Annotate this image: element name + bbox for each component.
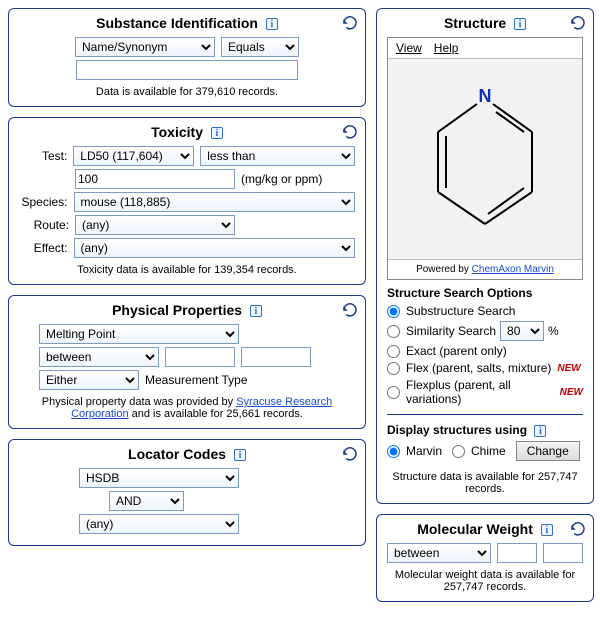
title-text: Molecular Weight [417, 521, 533, 537]
route-select[interactable]: (any) [75, 215, 235, 235]
info-icon[interactable]: i [211, 127, 223, 139]
operator-select[interactable]: between [39, 347, 159, 367]
locator-codes-panel: Locator Codes i HSDB AND (any) [8, 439, 366, 546]
radio-marvin-label: Marvin [406, 444, 442, 458]
info-icon[interactable]: i [514, 18, 526, 30]
svg-text:N: N [479, 86, 492, 106]
reset-icon[interactable] [341, 446, 359, 462]
range-hi-input[interactable] [241, 347, 311, 367]
effect-label: Effect: [19, 241, 68, 255]
operator-select[interactable]: Equals [221, 37, 299, 57]
reset-icon[interactable] [569, 15, 587, 31]
title-text: Locator Codes [128, 446, 226, 462]
footnote: Physical property data was provided by S… [19, 396, 355, 420]
footnote: Structure data is available for 257,747 … [387, 471, 583, 495]
species-label: Species: [19, 195, 68, 209]
molecule-pyridine-icon: N [420, 84, 550, 234]
panel-title: Substance Identification i [19, 15, 355, 31]
effect-select[interactable]: (any) [74, 238, 356, 258]
search-options-head: Structure Search Options [387, 286, 583, 300]
radio-flex[interactable] [387, 362, 400, 375]
source-2-select[interactable]: (any) [79, 514, 239, 534]
radio-exact[interactable] [387, 345, 400, 358]
panel-title: Locator Codes i [19, 446, 355, 462]
panel-title: Structure i [387, 15, 583, 31]
chemaxon-link[interactable]: ChemAxon Marvin [472, 264, 554, 275]
change-button[interactable]: Change [516, 441, 580, 461]
range-hi-input[interactable] [543, 543, 583, 563]
test-select[interactable]: LD50 (117,604) [73, 146, 194, 166]
footnote: Molecular weight data is available for 2… [387, 569, 583, 593]
measurement-type-select[interactable]: Either [39, 370, 139, 390]
radio-chime-label: Chime [471, 444, 506, 458]
radio-chime[interactable] [452, 445, 465, 458]
reset-icon[interactable] [341, 15, 359, 31]
display-head: Display structures using i [387, 423, 583, 437]
radio-flex-label: Flex (parent, salts, mixture) [406, 361, 551, 375]
molecular-weight-panel: Molecular Weight i between Molecular wei… [376, 514, 594, 602]
units-label: (mg/kg or ppm) [241, 172, 322, 186]
divider [387, 414, 583, 415]
info-icon[interactable]: i [541, 524, 553, 536]
footnote: Data is available for 379,610 records. [19, 86, 355, 98]
info-icon[interactable]: i [266, 18, 278, 30]
new-badge: NEW [560, 387, 583, 398]
measurement-type-label: Measurement Type [145, 373, 248, 387]
test-value-input[interactable] [75, 169, 235, 189]
panel-title: Physical Properties i [19, 302, 355, 318]
similarity-percent-select[interactable]: 80 [500, 321, 544, 341]
toxicity-panel: Toxicity i Test: LD50 (117,604) less tha… [8, 117, 366, 285]
radio-marvin[interactable] [387, 445, 400, 458]
species-select[interactable]: mouse (118,885) [74, 192, 356, 212]
footnote: Toxicity data is available for 139,354 r… [19, 264, 355, 276]
property-select[interactable]: Melting Point [39, 324, 239, 344]
title-text: Structure [444, 15, 506, 31]
field-select[interactable]: Name/Synonym [75, 37, 215, 57]
percent-label: % [548, 324, 559, 338]
test-label: Test: [19, 149, 67, 163]
structure-editor[interactable]: View Help N [387, 37, 583, 280]
source-1-select[interactable]: HSDB [79, 468, 239, 488]
radio-similarity-label: Similarity Search [406, 324, 496, 338]
title-text: Physical Properties [112, 302, 242, 318]
operator-select[interactable]: between [387, 543, 491, 563]
radio-exact-label: Exact (parent only) [406, 344, 507, 358]
substance-identification-panel: Substance Identification i Name/Synonym … [8, 8, 366, 107]
menu-view[interactable]: View [396, 41, 422, 55]
info-icon[interactable]: i [234, 449, 246, 461]
menu-help[interactable]: Help [434, 41, 459, 55]
info-icon[interactable]: i [534, 425, 546, 437]
info-icon[interactable]: i [250, 305, 262, 317]
structure-canvas[interactable]: N [388, 59, 582, 259]
panel-title: Molecular Weight i [387, 521, 583, 537]
new-badge: NEW [557, 363, 580, 374]
panel-title: Toxicity i [19, 124, 355, 140]
physical-properties-panel: Physical Properties i Melting Point betw… [8, 295, 366, 429]
boolean-select[interactable]: AND [109, 491, 184, 511]
radio-substructure[interactable] [387, 305, 400, 318]
powered-by: Powered by ChemAxon Marvin [388, 259, 582, 279]
structure-menu: View Help [388, 38, 582, 59]
radio-flexplus-label: Flexplus (parent, all variations) [406, 378, 554, 406]
reset-icon[interactable] [569, 521, 587, 537]
value-input[interactable] [76, 60, 298, 80]
title-text: Substance Identification [96, 15, 258, 31]
structure-panel: Structure i View Help N [376, 8, 594, 504]
test-operator-select[interactable]: less than [200, 146, 355, 166]
reset-icon[interactable] [341, 124, 359, 140]
range-lo-input[interactable] [497, 543, 537, 563]
radio-similarity[interactable] [387, 325, 400, 338]
radio-substructure-label: Substructure Search [406, 304, 515, 318]
range-lo-input[interactable] [165, 347, 235, 367]
radio-flexplus[interactable] [387, 386, 400, 399]
route-label: Route: [19, 218, 69, 232]
reset-icon[interactable] [341, 302, 359, 318]
title-text: Toxicity [151, 124, 203, 140]
